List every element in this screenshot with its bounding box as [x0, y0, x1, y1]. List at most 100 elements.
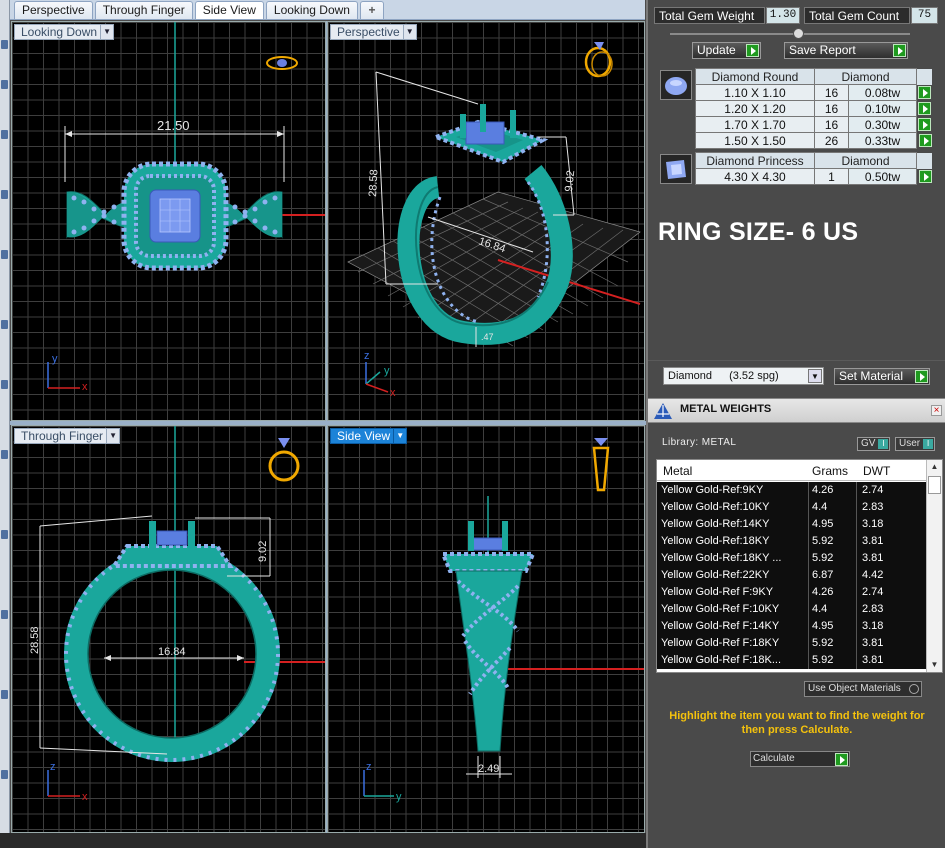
- grams-cell: 5.92: [812, 635, 857, 652]
- scroll-thumb[interactable]: [928, 476, 941, 494]
- table-row[interactable]: 4.30 X 4.30 1 0.50tw: [695, 168, 933, 185]
- metal-weights-panel: METAL WEIGHTS × Library: METAL GV I User I…: [648, 398, 945, 848]
- viewport-label-text: Through Finger: [21, 429, 104, 443]
- table-row[interactable]: 1.50 X 1.50 26 0.33tw: [695, 132, 933, 149]
- tab-through-finger[interactable]: Through Finger: [94, 1, 193, 19]
- table-row[interactable]: 1.20 X 1.20 16 0.10tw: [695, 100, 933, 117]
- tool-icon[interactable]: [1, 380, 8, 389]
- svg-text:z: z: [50, 761, 56, 773]
- viewport-through-finger[interactable]: Through Finger ▼ 28.58 9.02 16.84 z x: [11, 425, 326, 833]
- ring-perspective-icon[interactable]: [580, 34, 620, 80]
- column-header-dwt[interactable]: DWT: [863, 464, 890, 478]
- grams-cell: 5.92: [812, 533, 857, 550]
- chevron-down-icon[interactable]: ▼: [106, 429, 120, 443]
- scroll-up-icon[interactable]: ▲: [927, 460, 942, 474]
- tool-icon[interactable]: [1, 530, 8, 539]
- report-slider-track[interactable]: [670, 33, 910, 35]
- ring-top-view-icon[interactable]: [264, 50, 300, 76]
- dwt-cell: 4.42: [862, 569, 884, 581]
- material-select[interactable]: Diamond (3.52 spg) ▼: [663, 367, 824, 385]
- close-icon[interactable]: ×: [931, 405, 942, 416]
- viewport-label-through-finger[interactable]: Through Finger ▼: [14, 428, 121, 444]
- tool-icon[interactable]: [1, 610, 8, 619]
- row-go-button[interactable]: [918, 169, 932, 183]
- play-arrow-icon: [746, 44, 759, 57]
- table-row[interactable]: 1.70 X 1.70 16 0.30tw: [695, 116, 933, 133]
- tool-icon[interactable]: [1, 40, 8, 49]
- viewport-label-looking-down[interactable]: Looking Down ▼: [14, 24, 115, 40]
- round-diamond-icon: [660, 70, 692, 100]
- toggle-indicator-icon: I: [923, 439, 934, 449]
- grams-cell: 4.4: [812, 601, 857, 618]
- table-row[interactable]: Yellow Gold-Ref F:18K... 5.92 3.81: [657, 652, 927, 669]
- table-row[interactable]: Yellow Gold-Ref:18KY ... 5.92 3.81: [657, 550, 927, 567]
- viewport-perspective[interactable]: Perspective ▼ 28.58 9.02 16.84 .47 z y x: [327, 21, 645, 421]
- metal-library-label: Library: METAL: [662, 437, 737, 448]
- tool-icon[interactable]: [1, 80, 8, 89]
- chevron-down-icon[interactable]: ▼: [100, 25, 114, 39]
- viewport-label-side-view[interactable]: Side View ▼: [330, 428, 408, 444]
- svg-text:y: y: [52, 353, 58, 365]
- viewport-label-text: Side View: [337, 429, 391, 443]
- row-go-button[interactable]: [918, 133, 932, 147]
- tool-icon[interactable]: [1, 130, 8, 139]
- column-header-metal[interactable]: Metal: [663, 464, 692, 478]
- tool-icon[interactable]: [1, 690, 8, 699]
- viewport-side-view[interactable]: Side View ▼ 2.49 z y: [327, 425, 645, 833]
- scale-icon: [654, 403, 672, 419]
- report-slider-knob[interactable]: [793, 28, 804, 39]
- toggle-indicator-icon: I: [878, 439, 889, 449]
- table-row[interactable]: Yellow Gold-Ref:18KY 5.92 3.81: [657, 533, 927, 550]
- row-go-button[interactable]: [918, 85, 931, 99]
- set-material-button[interactable]: Set Material: [834, 368, 930, 385]
- tab-looking-down[interactable]: Looking Down: [265, 1, 358, 19]
- svg-text:z: z: [364, 350, 370, 362]
- play-arrow-icon: [893, 44, 906, 57]
- set-material-button-label: Set Material: [839, 369, 904, 383]
- save-report-button[interactable]: Save Report: [784, 42, 908, 59]
- viewport-label-perspective[interactable]: Perspective ▼: [330, 24, 417, 40]
- tab-perspective[interactable]: Perspective: [14, 1, 93, 19]
- tool-icon[interactable]: [1, 250, 8, 259]
- tab-side-view[interactable]: Side View: [194, 1, 264, 19]
- metal-weights-table[interactable]: Metal Grams DWT Yellow Gold-Ref:9KY 4.26 2…: [656, 459, 943, 673]
- gv-toggle[interactable]: GV I: [857, 437, 891, 451]
- chevron-down-icon[interactable]: ▼: [393, 429, 407, 443]
- radio-icon[interactable]: [908, 684, 919, 694]
- tool-icon[interactable]: [1, 320, 8, 329]
- table-row[interactable]: Yellow Gold-Ref:14KY 4.95 3.18: [657, 516, 927, 533]
- tool-icon[interactable]: [1, 770, 8, 779]
- table-row[interactable]: Yellow Gold-Ref:10KY 4.4 2.83: [657, 499, 927, 516]
- table-row[interactable]: Yellow Gold-Ref F:14KY 4.95 3.18: [657, 618, 927, 635]
- row-go-button[interactable]: [918, 117, 931, 131]
- metal-name-cell: Yellow Gold-Ref:9KY: [661, 482, 809, 499]
- update-button[interactable]: Update: [692, 42, 761, 59]
- metal-weights-scrollbar[interactable]: ▲ ▼: [926, 460, 942, 672]
- add-tab-button[interactable]: +: [359, 1, 384, 19]
- svg-text:y: y: [396, 791, 402, 803]
- tool-icon[interactable]: [1, 190, 8, 199]
- table-row[interactable]: Yellow Gold-Ref F:10KY 4.4 2.83: [657, 601, 927, 618]
- table-row[interactable]: 1.10 X 1.10 16 0.08tw: [695, 84, 933, 101]
- calculate-button[interactable]: Calculate: [750, 751, 850, 767]
- tool-icon[interactable]: [1, 450, 8, 459]
- column-header-grams[interactable]: Grams: [812, 464, 848, 478]
- use-object-materials-toggle[interactable]: Use Object Materials: [804, 681, 922, 697]
- viewport-looking-down[interactable]: Looking Down ▼ 21.50 y x: [11, 21, 326, 421]
- viewport-scene-perspective: 28.58 9.02 16.84 .47 z y x: [347, 71, 641, 399]
- ring-front-view-icon[interactable]: [264, 434, 304, 486]
- chevron-down-icon[interactable]: ▼: [402, 25, 416, 39]
- table-row[interactable]: Yellow Gold-Ref F:9KY 4.26 2.74: [657, 584, 927, 601]
- table-row[interactable]: Yellow Gold-Ref F:18KY 5.92 3.81: [657, 635, 927, 652]
- scroll-down-icon[interactable]: ▼: [927, 658, 942, 672]
- svg-text:y: y: [384, 365, 390, 377]
- grams-cell: 4.26: [812, 482, 857, 499]
- user-toggle[interactable]: User I: [895, 437, 936, 451]
- round-diamond-header: Diamond Round: [695, 68, 815, 85]
- row-go-button[interactable]: [918, 101, 931, 115]
- chevron-down-icon[interactable]: ▼: [808, 369, 822, 383]
- svg-text:28.58: 28.58: [367, 169, 380, 197]
- ring-side-view-icon[interactable]: [586, 434, 616, 498]
- table-row[interactable]: Yellow Gold-Ref:22KY 6.87 4.42: [657, 567, 927, 584]
- table-row[interactable]: Yellow Gold-Ref:9KY 4.26 2.74: [657, 482, 927, 499]
